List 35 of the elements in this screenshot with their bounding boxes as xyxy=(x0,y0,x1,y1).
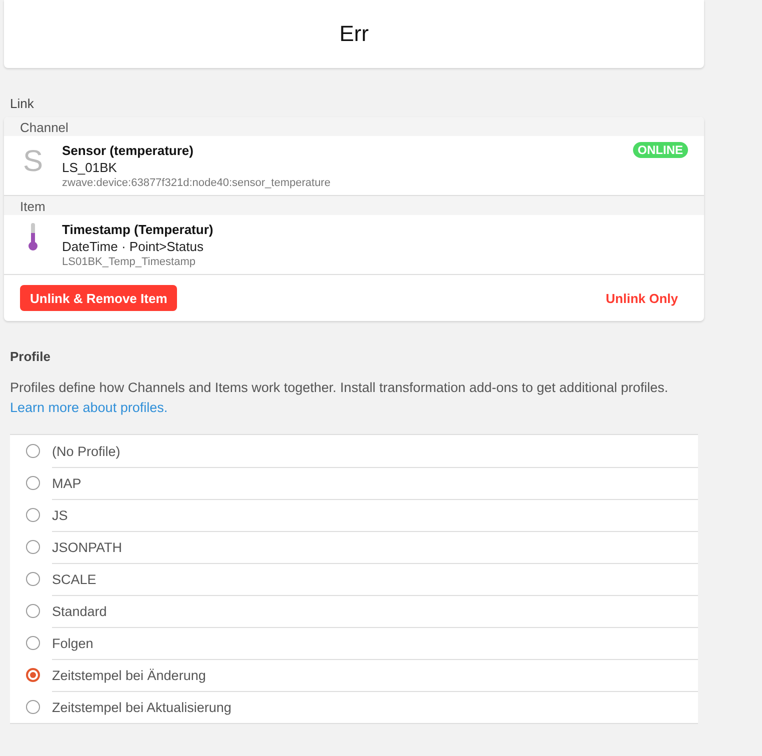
profile-option[interactable]: (No Profile) xyxy=(52,444,120,458)
section-heading: Link xyxy=(10,96,34,111)
profile-option[interactable]: Standard xyxy=(52,604,107,618)
channel-label: LS_01BK xyxy=(62,159,117,176)
section-heading: Profile xyxy=(10,349,50,364)
radio-button[interactable] xyxy=(26,508,40,522)
radio-button[interactable] xyxy=(26,572,40,586)
radio-button[interactable] xyxy=(26,700,40,714)
radio-button[interactable] xyxy=(26,604,40,618)
status-badge: ONLINE xyxy=(632,142,688,158)
page-title: Err xyxy=(339,21,369,47)
profile-description: Profiles define how Channels and Items work together. Install transformation add-ons to get additional profiles. xyxy=(10,380,668,395)
item-type: DateTime · Point>Status xyxy=(62,238,204,255)
item-name: Timestamp (Temperatur) xyxy=(62,221,214,238)
radio-button[interactable] xyxy=(26,476,40,490)
radio-button[interactable] xyxy=(26,636,40,650)
profile-option[interactable]: JSONPATH xyxy=(52,540,122,554)
thermometer-icon xyxy=(28,223,38,251)
channel-name: Sensor (temperature) xyxy=(62,142,194,159)
subsection-heading: Item xyxy=(20,199,46,214)
profile-option[interactable]: JS xyxy=(52,508,68,522)
unlink-remove-button[interactable]: Unlink & Remove Item xyxy=(20,285,178,311)
subsection-heading: Channel xyxy=(20,120,68,135)
profile-option[interactable]: MAP xyxy=(52,476,82,490)
radio-button[interactable] xyxy=(26,668,40,682)
profile-option[interactable]: Zeitstempel bei Änderung xyxy=(52,668,206,682)
letter-icon: S xyxy=(22,144,43,180)
unlink-button[interactable]: Unlink Only xyxy=(606,290,678,306)
profile-option[interactable]: Zeitstempel bei Aktualisierung xyxy=(52,700,232,714)
item-uid: LS01BK_Temp_Timestamp xyxy=(62,255,196,270)
radio-button[interactable] xyxy=(26,444,40,458)
profile-option[interactable]: Folgen xyxy=(52,636,94,650)
channel-uid: zwave:device:63877f321d:node40:sensor_temperature xyxy=(62,176,330,191)
profile-option[interactable]: SCALE xyxy=(52,572,96,586)
radio-button[interactable] xyxy=(26,540,40,554)
